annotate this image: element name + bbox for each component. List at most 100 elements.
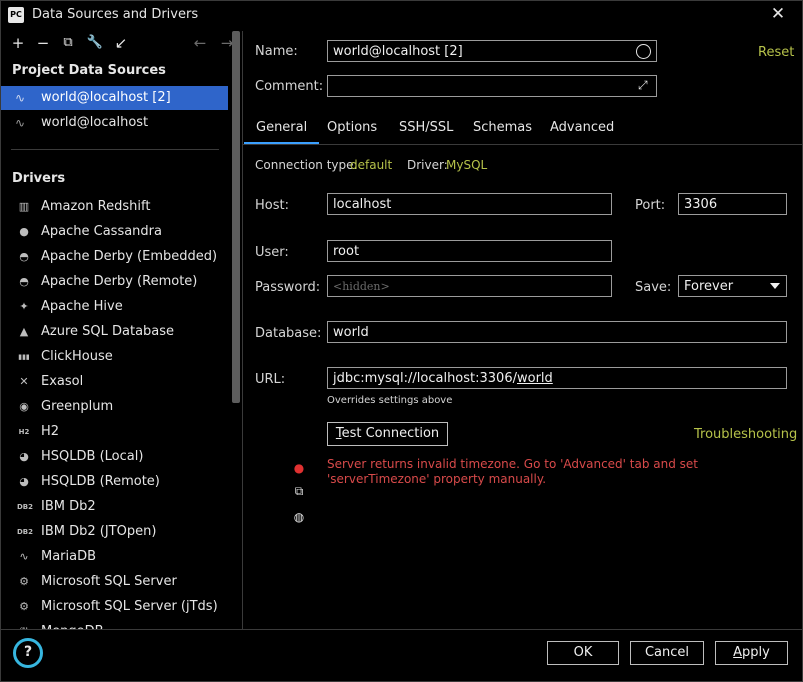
driver-item[interactable]: ∿ MariaDB xyxy=(1,544,228,569)
host-input[interactable]: localhost xyxy=(327,193,612,215)
driver-item[interactable]: DB2 IBM Db2 xyxy=(1,494,228,519)
driver-item[interactable]: ● Apache Cassandra xyxy=(1,219,228,244)
apply-mnemonic: A xyxy=(733,645,743,660)
user-input[interactable]: root xyxy=(327,240,612,262)
driver-label: HSQLDB (Local) xyxy=(41,449,144,464)
troubleshooting-link[interactable]: Troubleshooting xyxy=(694,427,797,442)
driver-item[interactable]: ⚙ Microsoft SQL Server xyxy=(1,569,228,594)
tab-options[interactable]: Options xyxy=(327,117,377,145)
help-icon[interactable]: ? xyxy=(13,638,43,668)
title-bar: PC Data Sources and Drivers ✕ xyxy=(1,1,802,31)
tab-general[interactable]: General xyxy=(243,117,320,145)
reset-link[interactable]: Reset xyxy=(758,45,794,60)
driver-icon: DB2 xyxy=(17,503,34,511)
data-source-label: world@localhost [2] xyxy=(41,90,171,105)
data-source-item[interactable]: ∿ world@localhost [2] xyxy=(1,86,228,110)
driver-item[interactable]: ✕ Exasol xyxy=(1,369,228,394)
driver-label: Apache Hive xyxy=(41,299,123,314)
mysql-dolphin-icon: ∿ xyxy=(15,116,26,130)
tab-ssh-ssl[interactable]: SSH/SSL xyxy=(399,117,453,145)
url-input[interactable]: jdbc:mysql://localhost:3306/world xyxy=(327,367,787,389)
host-label: Host: xyxy=(255,198,289,213)
back-icon[interactable]: ← xyxy=(191,35,209,51)
tab-strip-divider xyxy=(243,144,802,145)
tab-advanced[interactable]: Advanced xyxy=(550,117,614,145)
apply-button[interactable]: Apply xyxy=(715,641,788,665)
driver-icon: ⚙ xyxy=(19,600,29,613)
close-icon[interactable]: ✕ xyxy=(769,5,787,23)
port-input[interactable]: 3306 xyxy=(678,193,787,215)
user-value: root xyxy=(333,244,360,259)
driver-item[interactable]: ◕ HSQLDB (Remote) xyxy=(1,469,228,494)
color-indicator-icon[interactable] xyxy=(636,44,651,59)
driver-item[interactable]: ▲ Azure SQL Database xyxy=(1,319,228,344)
name-input[interactable]: world@localhost [2] xyxy=(327,40,657,62)
database-value: world xyxy=(333,325,369,340)
comment-label: Comment: xyxy=(255,79,324,94)
driver-label: IBM Db2 (JTOpen) xyxy=(41,524,157,539)
host-value: localhost xyxy=(333,197,392,212)
url-database-link[interactable]: world xyxy=(517,371,553,386)
driver-label: Driver: xyxy=(407,158,448,172)
window-title: Data Sources and Drivers xyxy=(32,7,199,22)
save-value: Forever xyxy=(684,279,734,294)
comment-input[interactable] xyxy=(327,75,657,97)
expand-icon[interactable]: ⤢ xyxy=(638,78,652,92)
driver-icon: ▲ xyxy=(19,325,29,338)
drivers-heading: Drivers xyxy=(12,171,66,186)
make-global-icon[interactable]: ↙ xyxy=(112,35,130,51)
project-data-sources-heading: Project Data Sources xyxy=(12,63,166,78)
connection-type-value[interactable]: default xyxy=(350,158,392,172)
driver-label: H2 xyxy=(41,424,60,439)
add-icon[interactable]: + xyxy=(9,35,27,51)
url-hint: Overrides settings above xyxy=(327,395,453,406)
save-select[interactable]: Forever xyxy=(678,275,787,297)
cancel-button[interactable]: Cancel xyxy=(630,641,704,665)
driver-item[interactable]: ▮▮▮ ClickHouse xyxy=(1,344,228,369)
driver-icon: ⚙ xyxy=(19,575,29,588)
error-icon: ● xyxy=(293,461,305,475)
database-label: Database: xyxy=(255,326,322,341)
globe-icon[interactable]: ◍ xyxy=(292,510,306,524)
driver-icon: ● xyxy=(19,225,29,238)
driver-item[interactable]: ◓ Apache Derby (Embedded) xyxy=(1,244,228,269)
password-input[interactable]: <hidden> xyxy=(327,275,612,297)
driver-icon: ◕ xyxy=(19,475,29,488)
driver-item[interactable]: H2 H2 xyxy=(1,419,228,444)
tab-schemas[interactable]: Schemas xyxy=(473,117,532,145)
driver-value[interactable]: MySQL xyxy=(446,158,487,172)
connection-type-label: Connection type: xyxy=(255,158,358,172)
url-prefix: jdbc:mysql://localhost:3306/ xyxy=(333,371,517,386)
database-input[interactable]: world xyxy=(327,321,787,343)
driver-item[interactable]: ❦MongoDB xyxy=(1,619,228,629)
driver-label: Greenplum xyxy=(41,399,114,414)
driver-icon: H2 xyxy=(18,428,30,436)
driver-icon: ◉ xyxy=(19,400,29,413)
driver-item[interactable]: ◓ Apache Derby (Remote) xyxy=(1,269,228,294)
left-scrollbar[interactable] xyxy=(232,31,240,403)
url-label: URL: xyxy=(255,372,286,387)
test-connection-button[interactable]: Test Connection xyxy=(327,422,448,446)
driver-label: Apache Cassandra xyxy=(41,224,162,239)
driver-label: IBM Db2 xyxy=(41,499,96,514)
driver-item[interactable]: ✦ Apache Hive xyxy=(1,294,228,319)
remove-icon[interactable]: − xyxy=(34,35,52,51)
driver-icon: DB2 xyxy=(17,528,34,536)
left-panel: + − ⧉ 🔧 ↙ ← → Project Data Sources ∿ wor… xyxy=(1,31,243,629)
wrench-icon[interactable]: 🔧 xyxy=(86,35,104,51)
driver-item[interactable]: ◕ HSQLDB (Local) xyxy=(1,444,228,469)
driver-item[interactable]: ⚙ Microsoft SQL Server (jTds) xyxy=(1,594,228,619)
port-value: 3306 xyxy=(684,197,718,212)
ok-button[interactable]: OK xyxy=(547,641,619,665)
driver-icon: ◓ xyxy=(19,275,29,288)
dialog-window: PC Data Sources and Drivers ✕ + − ⧉ 🔧 ↙ … xyxy=(0,0,803,682)
driver-icon: ▮▮▮ xyxy=(18,353,30,361)
driver-item[interactable]: ◉ Greenplum xyxy=(1,394,228,419)
copy-icon[interactable]: ⧉ xyxy=(292,484,306,498)
data-source-item[interactable]: ∿ world@localhost xyxy=(1,111,228,135)
driver-item[interactable]: ▥ Amazon Redshift xyxy=(1,194,228,219)
test-label: est Connection xyxy=(341,426,440,441)
duplicate-icon[interactable]: ⧉ xyxy=(59,35,77,51)
driver-item[interactable]: DB2 IBM Db2 (JTOpen) xyxy=(1,519,228,544)
data-source-label: world@localhost xyxy=(41,115,149,130)
